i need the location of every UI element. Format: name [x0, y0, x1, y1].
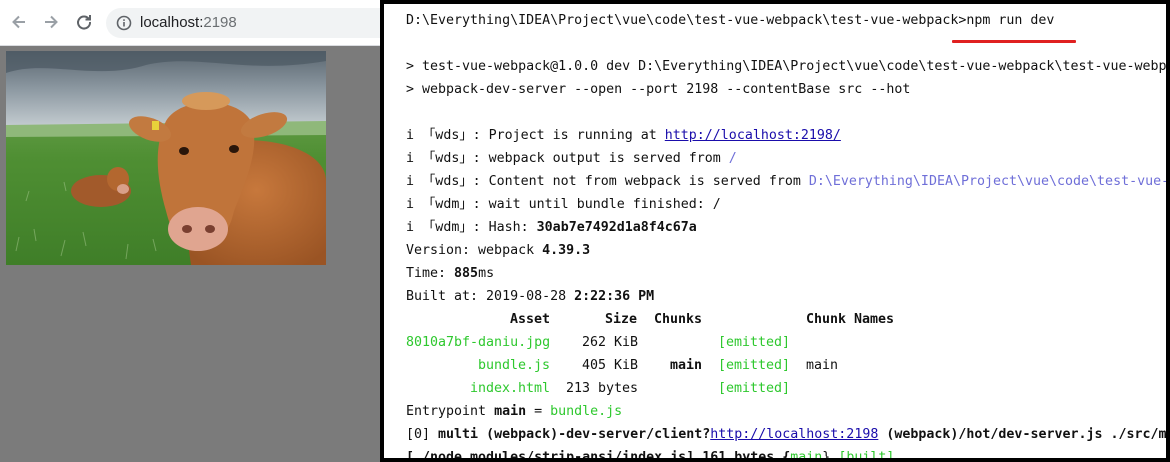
version-line: Version: webpack 4.39.3: [406, 241, 590, 261]
hash-label: i 「wdm」: Hash:: [406, 220, 537, 235]
asset-row: 8010a7bf-daniu.jpg 262 KiB [emitted]: [406, 333, 1166, 353]
prompt-line: D:\Everything\IDEA\Project\vue\code\test…: [406, 13, 1055, 28]
wdm-line-2: i 「wdm」: Hash: 30ab7e7492d1a8f4c67a: [406, 218, 697, 238]
multi-bold: multi (webpack)-dev-server/client?: [438, 427, 711, 442]
terminal-output: D:\Everything\IDEA\Project\vue\code\test…: [406, 11, 1166, 458]
wds-line-2-text: i 「wds」: webpack output is served from: [406, 151, 729, 166]
module-line: [./node_modules/strip-ansi/index.js] 161…: [406, 448, 895, 462]
cow-image: [6, 51, 326, 265]
forward-button[interactable]: [40, 11, 62, 33]
asset-name: index.html: [470, 381, 551, 396]
asset-row: bundle.js 405 KiB main [emitted] main: [406, 356, 1166, 376]
page-content: [0, 46, 380, 462]
wdm-line-1: i 「wdm」: wait until bundle finished: /: [406, 197, 721, 212]
script-line-2: > webpack-dev-server --open --port 2198 …: [406, 82, 911, 97]
wds-line-1-text: i 「wds」: Project is running at: [406, 128, 665, 143]
annotation-underline: [952, 40, 1076, 43]
header-asset: Asset: [510, 312, 551, 327]
asset-name: bundle.js: [478, 358, 551, 373]
wds-line-2: i 「wds」: webpack output is served from /: [406, 149, 737, 169]
content-base-path: D:\Everything\IDEA\Project\vue\code\test…: [808, 174, 1170, 189]
address-bar[interactable]: localhost:2198: [106, 8, 380, 38]
asset-chunk-names: main: [806, 358, 839, 373]
asset-row: index.html 213 bytes [emitted]: [406, 379, 1166, 399]
built-line: Built at: 2019-08-28 2:22:36 PM: [406, 287, 654, 307]
entrypoint-name: main: [494, 404, 527, 419]
asset-status: [emitted]: [718, 381, 791, 396]
entrypoint-eq: =: [526, 404, 551, 419]
hash-value: 30ab7e7492d1a8f4c67a: [536, 220, 697, 235]
reload-button[interactable]: [73, 11, 95, 33]
entrypoint-label: Entrypoint: [406, 404, 495, 419]
reload-icon: [77, 15, 92, 30]
multi-suffix: (webpack)/hot/dev-server.js ./src/main.j…: [886, 427, 1167, 442]
url-text[interactable]: localhost:2198: [140, 14, 237, 32]
time-value: 885: [454, 266, 479, 281]
arrow-left-icon: [12, 15, 25, 29]
back-button[interactable]: [8, 11, 30, 33]
version-label: Version: webpack: [406, 243, 543, 258]
url-port: 2198: [203, 14, 237, 31]
module-line-b: main: [790, 450, 823, 462]
time-label: Time:: [406, 266, 455, 281]
module-line-a: [./node_modules/strip-ansi/index.js] 161…: [406, 450, 791, 462]
multi-line: [0] multi (webpack)-dev-server/client?ht…: [406, 425, 1167, 445]
terminal-window: D:\Everything\IDEA\Project\vue\code\test…: [380, 0, 1170, 462]
version-value: 4.39.3: [542, 243, 591, 258]
asset-chunks: main: [670, 358, 703, 373]
asset-name: 8010a7bf-daniu.jpg: [406, 335, 551, 350]
asset-table-header: Asset Size Chunks Chunk Names: [406, 310, 1166, 330]
browser-toolbar: localhost:2198: [0, 0, 380, 46]
entrypoint-file: bundle.js: [550, 404, 623, 419]
built-label: Built at: 2019-08-28: [406, 289, 575, 304]
multi-link[interactable]: http://localhost:2198: [710, 427, 878, 442]
url-host: localhost:: [140, 14, 204, 31]
browser-window: localhost:2198: [0, 0, 380, 462]
time-unit: ms: [478, 266, 495, 281]
output-path: /: [728, 151, 737, 166]
script-line-1: > test-vue-webpack@1.0.0 dev D:\Everythi…: [406, 59, 1170, 74]
module-line-d: [built]: [838, 450, 895, 462]
module-line-c: }: [822, 450, 839, 462]
header-size: Size: [605, 312, 638, 327]
wds-line-3-text: i 「wds」: Content not from webpack is ser…: [406, 174, 809, 189]
info-icon[interactable]: [116, 15, 132, 31]
arrow-right-icon: [45, 15, 58, 29]
asset-status: [emitted]: [718, 358, 791, 373]
built-time: 2:22:36 PM: [574, 289, 655, 304]
entrypoint-line: Entrypoint main = bundle.js: [406, 402, 622, 422]
asset-status: [emitted]: [718, 335, 791, 350]
header-chunks: Chunks: [654, 312, 703, 327]
wds-line-1: i 「wds」: Project is running at http://lo…: [406, 126, 841, 146]
multi-prefix: [0]: [406, 427, 439, 442]
asset-size: 262 KiB: [582, 335, 639, 350]
asset-size: 405 KiB: [582, 358, 639, 373]
wds-line-3: i 「wds」: Content not from webpack is ser…: [406, 172, 1170, 192]
time-line: Time: 885ms: [406, 264, 494, 284]
localhost-link[interactable]: http://localhost:2198/: [665, 128, 841, 143]
header-chunk-names: Chunk Names: [806, 312, 895, 327]
asset-size: 213 bytes: [566, 381, 639, 396]
